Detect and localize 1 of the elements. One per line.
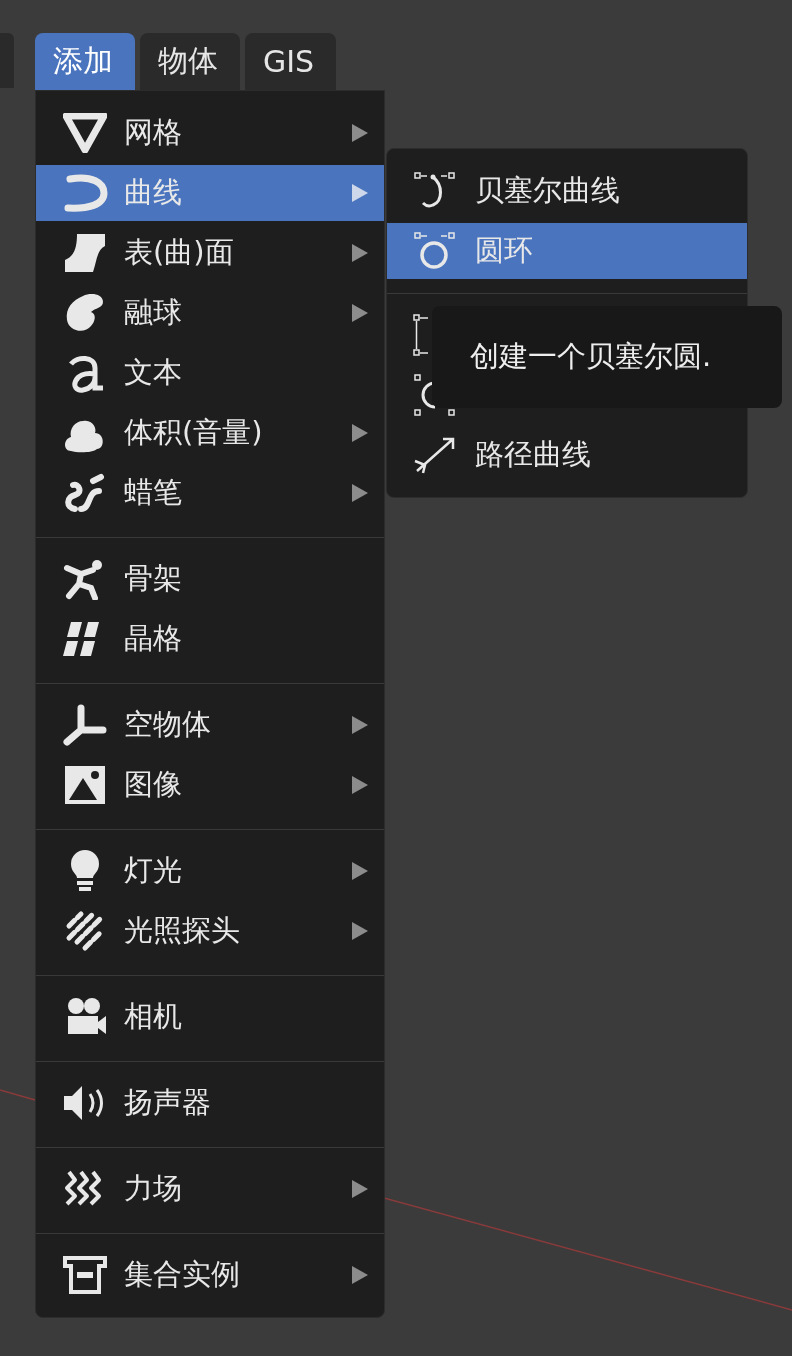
tooltip: 创建一个贝塞尔圆. [432, 306, 782, 408]
